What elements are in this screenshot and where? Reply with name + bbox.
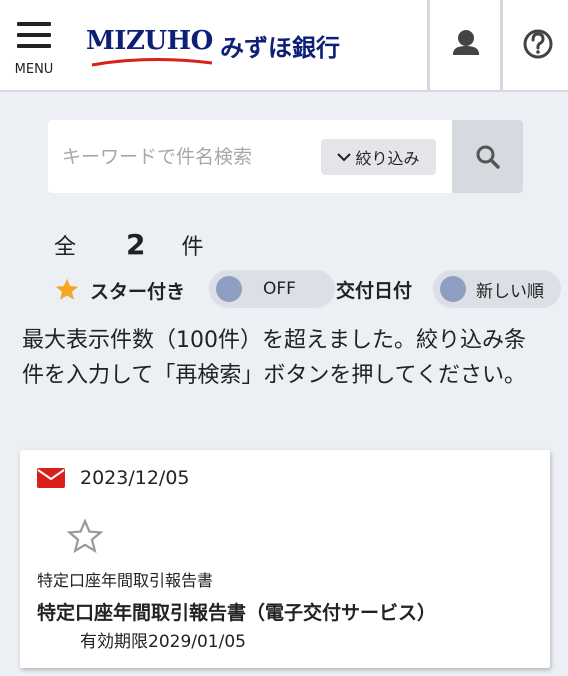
toggle-knob	[440, 276, 466, 302]
menu-label: MENU	[14, 62, 54, 77]
result-count: 全 2 件	[54, 228, 204, 264]
date-sort-value: 新しい順	[476, 281, 544, 302]
search-icon	[476, 145, 500, 169]
star-outline-icon[interactable]	[66, 518, 104, 556]
toggle-knob	[216, 276, 242, 302]
document-category: 特定口座年間取引報告書	[37, 571, 214, 590]
logo-japanese-text: みずほ銀行	[220, 34, 340, 62]
star-filter-label: スター付き	[90, 280, 186, 303]
menu-button[interactable]: MENU	[6, 22, 62, 82]
hamburger-icon	[6, 22, 62, 48]
search-box: 絞り込み	[48, 120, 452, 193]
user-button[interactable]	[430, 0, 502, 90]
star-toggle-state: OFF	[263, 279, 296, 299]
logo-latin-text: MIZUHO	[86, 26, 213, 56]
help-button[interactable]	[503, 0, 568, 90]
filter-label: 絞り込み	[355, 149, 420, 168]
search-button[interactable]	[452, 120, 523, 193]
star-filled-icon	[55, 278, 79, 300]
filter-dropdown-button[interactable]: 絞り込み	[321, 139, 436, 175]
user-icon	[453, 30, 479, 55]
count-prefix: 全	[54, 235, 77, 260]
help-icon	[523, 29, 553, 59]
mail-icon	[37, 468, 65, 488]
app-header: MENU MIZUHO みずほ銀行	[0, 0, 568, 92]
document-title[interactable]: 特定口座年間取引報告書（電子交付サービス）	[37, 598, 436, 625]
max-results-notice: 最大表示件数（100件）を超えました。絞り込み条件を入力して「再検索」ボタンを押…	[22, 328, 527, 388]
date-sort-toggle[interactable]: 新しい順	[433, 270, 561, 308]
document-date: 2023/12/05	[80, 467, 190, 489]
date-sort-label: 交付日付	[336, 280, 413, 302]
search-input[interactable]	[62, 140, 312, 174]
logo-swoosh-icon	[91, 57, 213, 67]
count-suffix: 件	[181, 235, 204, 260]
document-expiry: 有効期限2029/01/05	[80, 632, 246, 652]
chevron-down-icon	[337, 153, 352, 162]
count-number: 2	[126, 228, 146, 261]
star-toggle[interactable]: OFF	[209, 270, 335, 308]
document-card[interactable]: 2023/12/05 特定口座年間取引報告書 特定口座年間取引報告書（電子交付サ…	[20, 450, 550, 668]
star-filter: スター付き	[54, 272, 185, 308]
